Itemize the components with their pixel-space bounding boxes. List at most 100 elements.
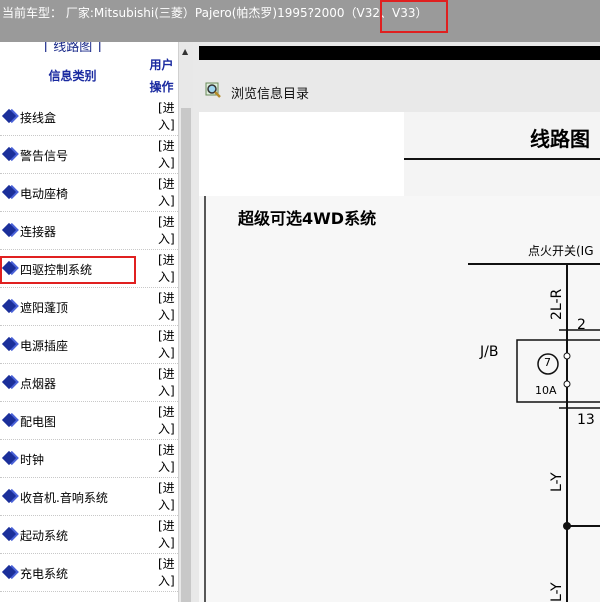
enter-link[interactable]: [进 入] bbox=[158, 442, 176, 476]
fuse-number: 7 bbox=[544, 356, 551, 369]
column-header-ops-line1: 用户 bbox=[149, 58, 174, 72]
category-label[interactable]: 起动系统 bbox=[20, 527, 68, 544]
enter-link[interactable]: [进 入] bbox=[158, 328, 176, 362]
category-scrollbar[interactable]: ▲ bbox=[178, 42, 193, 602]
enter-link[interactable]: [进 入] bbox=[158, 100, 176, 134]
category-label[interactable]: 连接器 bbox=[20, 223, 56, 240]
frame-top-bar bbox=[199, 46, 600, 60]
enter-link-line2[interactable]: 入] bbox=[158, 269, 176, 286]
browse-directory-link[interactable]: 浏览信息目录 bbox=[231, 83, 309, 102]
scroll-up-icon[interactable]: ▲ bbox=[182, 47, 188, 56]
browse-bar[interactable]: 浏览信息目录 bbox=[199, 72, 600, 106]
list-item[interactable]: 时钟 [进 入] bbox=[0, 440, 178, 478]
fuse-rating: 10A bbox=[535, 384, 557, 397]
category-label[interactable]: 电动座椅 bbox=[20, 185, 68, 202]
enter-link-line2[interactable]: 入] bbox=[158, 307, 176, 324]
enter-link-line2[interactable]: 入] bbox=[158, 345, 176, 362]
category-panel: [ 线路图 ] 信息类别 用户 操作 接线盒 [进 入] 警告信号 [进 入] 电动… bbox=[0, 42, 193, 602]
enter-link-line2[interactable]: 入] bbox=[158, 535, 176, 552]
enter-link-line1[interactable]: [进 bbox=[158, 518, 176, 535]
list-item[interactable]: 起动系统 [进 入] bbox=[0, 516, 178, 554]
enter-link-line1[interactable]: [进 bbox=[158, 366, 176, 383]
enter-link[interactable]: [进 入] bbox=[158, 518, 176, 552]
enter-link-line1[interactable]: [进 bbox=[158, 214, 176, 231]
panel-header: [ 线路图 ] bbox=[0, 42, 178, 52]
list-item[interactable]: 遮阳蓬顶 [进 入] bbox=[0, 288, 178, 326]
category-label[interactable]: 警告信号 bbox=[20, 147, 68, 164]
enter-link[interactable]: [进 入] bbox=[158, 290, 176, 324]
bullet-icon bbox=[1, 222, 17, 238]
enter-link-line1[interactable]: [进 bbox=[158, 442, 176, 459]
list-item[interactable]: 电动座椅 [进 入] bbox=[0, 174, 178, 212]
list-item[interactable]: 电源插座 [进 入] bbox=[0, 326, 178, 364]
list-item[interactable]: 点烟器 [进 入] bbox=[0, 364, 178, 402]
current-model-title: 当前车型： 厂家:Mitsubishi(三菱）Pajero(帕杰罗)1995?2… bbox=[2, 6, 428, 20]
bullet-icon bbox=[1, 298, 17, 314]
enter-link-line1[interactable]: [进 bbox=[158, 138, 176, 155]
enter-link[interactable]: [进 入] bbox=[158, 214, 176, 248]
list-item[interactable]: 充电系统 [进 入] bbox=[0, 554, 178, 592]
highlight-box-model bbox=[380, 0, 448, 33]
enter-link-line1[interactable]: [进 bbox=[158, 556, 176, 573]
enter-link-line1[interactable]: [进 bbox=[158, 404, 176, 421]
bullet-icon bbox=[1, 564, 17, 580]
jb-label: J/B bbox=[480, 344, 499, 360]
enter-link-line1[interactable]: [进 bbox=[158, 480, 176, 497]
category-label[interactable]: 充电系统 bbox=[20, 565, 68, 582]
pin-label-13: 13 bbox=[577, 412, 595, 428]
magnifier-icon[interactable] bbox=[205, 82, 221, 98]
column-header-ops-line2: 操作 bbox=[149, 80, 174, 94]
category-label[interactable]: 点烟器 bbox=[20, 375, 56, 392]
ignition-label: 点火开关(IG bbox=[528, 244, 594, 258]
enter-link-line1[interactable]: [进 bbox=[158, 176, 176, 193]
column-header-ops: 用户 操作 bbox=[145, 54, 178, 98]
enter-link[interactable]: [进 入] bbox=[158, 176, 176, 210]
list-item[interactable]: 收音机.音响系统 [进 入] bbox=[0, 478, 178, 516]
bullet-icon bbox=[1, 374, 17, 390]
category-list: 接线盒 [进 入] 警告信号 [进 入] 电动座椅 [进 入] 连接器 [进 入] 四驱… bbox=[0, 98, 178, 592]
list-item[interactable]: 警告信号 [进 入] bbox=[0, 136, 178, 174]
enter-link-line2[interactable]: 入] bbox=[158, 573, 176, 590]
category-label[interactable]: 配电图 bbox=[20, 413, 56, 430]
category-label[interactable]: 遮阳蓬顶 bbox=[20, 299, 68, 316]
list-item[interactable]: 连接器 [进 入] bbox=[0, 212, 178, 250]
enter-link[interactable]: [进 入] bbox=[158, 138, 176, 172]
enter-link-line2[interactable]: 入] bbox=[158, 155, 176, 172]
bullet-icon bbox=[1, 526, 17, 542]
enter-link-line2[interactable]: 入] bbox=[158, 117, 176, 134]
list-item[interactable]: 配电图 [进 入] bbox=[0, 402, 178, 440]
bullet-icon bbox=[1, 108, 17, 124]
enter-link[interactable]: [进 入] bbox=[158, 556, 176, 590]
content-frame: 浏览信息目录 线路图 超级可选4WD系统 点火开关(IG 2L-R 2 J/B … bbox=[193, 42, 600, 602]
title-bar: 当前车型： 厂家:Mitsubishi(三菱）Pajero(帕杰罗)1995?2… bbox=[0, 0, 600, 42]
enter-link[interactable]: [进 入] bbox=[158, 480, 176, 514]
enter-link-line1[interactable]: [进 bbox=[158, 100, 176, 117]
column-header-category: 信息类别 bbox=[48, 69, 97, 83]
enter-link-line2[interactable]: 入] bbox=[158, 383, 176, 400]
category-label[interactable]: 接线盒 bbox=[20, 109, 56, 126]
pin-label-2: 2 bbox=[577, 317, 586, 333]
enter-link-line1[interactable]: [进 bbox=[158, 290, 176, 307]
bullet-icon bbox=[1, 412, 17, 428]
category-label[interactable]: 时钟 bbox=[20, 451, 44, 468]
enter-link-line2[interactable]: 入] bbox=[158, 193, 176, 210]
enter-link[interactable]: [进 入] bbox=[158, 404, 176, 438]
enter-link-line2[interactable]: 入] bbox=[158, 231, 176, 248]
list-item[interactable]: 接线盒 [进 入] bbox=[0, 98, 178, 136]
fuse-terminal-bottom bbox=[563, 380, 571, 388]
category-label[interactable]: 电源插座 bbox=[20, 337, 68, 354]
panel-header-text: [ 线路图 ] bbox=[44, 42, 102, 52]
bullet-icon bbox=[1, 488, 17, 504]
scrollbar-thumb[interactable] bbox=[181, 108, 191, 602]
bullet-icon bbox=[1, 146, 17, 162]
enter-link-line1[interactable]: [进 bbox=[158, 252, 176, 269]
enter-link[interactable]: [进 入] bbox=[158, 366, 176, 400]
fuse-terminal-top bbox=[563, 352, 571, 360]
enter-link-line2[interactable]: 入] bbox=[158, 421, 176, 438]
category-label[interactable]: 收音机.音响系统 bbox=[20, 489, 108, 506]
enter-link-line1[interactable]: [进 bbox=[158, 328, 176, 345]
enter-link-line2[interactable]: 入] bbox=[158, 497, 176, 514]
enter-link-line2[interactable]: 入] bbox=[158, 459, 176, 476]
wire-label-ly-lower: L-Y bbox=[549, 582, 565, 602]
enter-link[interactable]: [进 入] bbox=[158, 252, 176, 286]
